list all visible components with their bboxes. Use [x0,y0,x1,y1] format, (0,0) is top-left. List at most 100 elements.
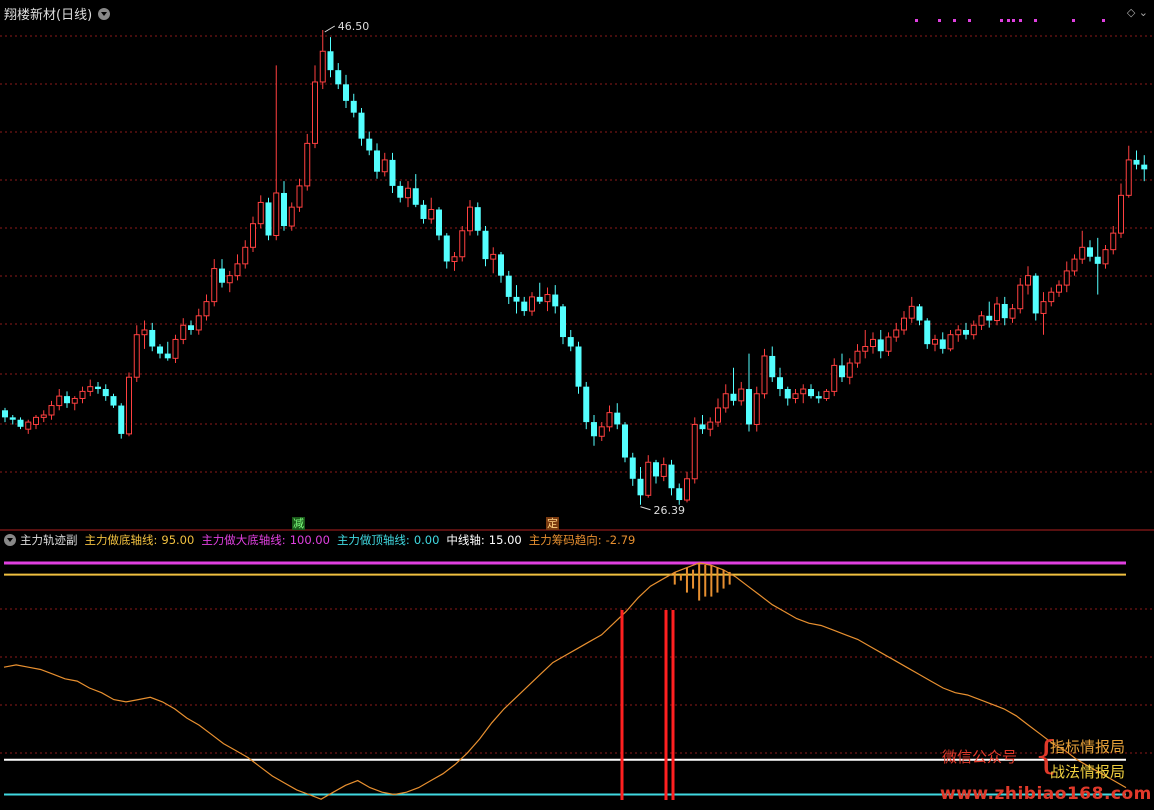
candle[interactable] [126,372,132,437]
candle[interactable] [428,197,435,224]
candle[interactable] [172,334,179,364]
candle[interactable] [1094,237,1101,295]
candle[interactable] [560,303,566,345]
candle[interactable] [684,471,690,503]
candle[interactable] [846,358,853,385]
candle[interactable] [1001,296,1008,326]
diamond-icon[interactable]: ◇ [1127,6,1135,19]
candle[interactable] [118,403,125,439]
candle[interactable] [335,63,342,90]
candle[interactable] [877,329,884,359]
candle[interactable] [17,417,24,430]
candle[interactable] [808,384,814,399]
chart-canvas[interactable]: 46.50 26.39 [0,0,1154,810]
candle[interactable] [1125,145,1132,198]
candle[interactable] [87,379,94,397]
candle[interactable] [490,247,497,274]
candle[interactable] [722,384,729,413]
candle[interactable] [653,459,659,484]
candle[interactable] [978,311,985,330]
candle[interactable] [769,346,776,382]
candle[interactable] [296,178,303,212]
candle[interactable] [467,200,473,236]
candle[interactable] [598,422,605,441]
candle[interactable] [381,152,388,177]
candle[interactable] [567,329,574,352]
candle[interactable] [645,455,652,498]
candle[interactable] [521,296,528,316]
candle[interactable] [102,384,109,401]
candle[interactable] [9,415,16,425]
candle[interactable] [870,332,876,354]
candle[interactable] [668,459,675,496]
candle[interactable] [358,107,365,146]
candle[interactable] [1032,273,1039,321]
candle[interactable] [451,252,458,271]
candle[interactable] [374,143,380,179]
candle[interactable] [33,415,39,430]
candle[interactable] [319,30,326,90]
candle[interactable] [544,287,551,312]
candle[interactable] [854,344,861,368]
candle[interactable] [412,174,419,208]
candle[interactable] [800,384,807,404]
candle[interactable] [1048,287,1055,307]
candle[interactable] [56,389,63,411]
dropdown-chevron-icon[interactable] [98,7,111,20]
candle[interactable] [327,37,334,78]
candle[interactable] [312,65,318,149]
candle[interactable] [164,341,171,361]
candle[interactable] [862,329,869,359]
candle[interactable] [64,391,70,408]
candle[interactable] [149,322,156,352]
candle[interactable] [970,320,977,340]
candle[interactable] [994,296,1000,326]
candle[interactable] [629,452,636,486]
candle[interactable] [79,386,86,404]
candle[interactable] [443,233,450,269]
candle[interactable] [1102,244,1109,269]
candle[interactable] [211,259,218,307]
candle[interactable] [1087,240,1093,262]
candle[interactable] [777,367,783,397]
candle[interactable] [792,389,799,404]
candle[interactable] [614,403,621,430]
candle[interactable] [823,389,830,401]
candle[interactable] [133,325,140,382]
candle[interactable] [405,181,411,208]
candle[interactable] [250,216,256,253]
candle[interactable] [1079,230,1086,264]
candle[interactable] [195,308,202,335]
candle[interactable] [939,332,946,354]
candle[interactable] [1063,261,1070,293]
candle[interactable] [591,415,597,446]
candle[interactable] [219,259,225,288]
candle[interactable] [498,252,504,283]
candle[interactable] [180,318,187,345]
candle[interactable] [2,407,8,423]
candle[interactable] [420,200,427,224]
candle[interactable] [273,65,280,241]
candle[interactable] [482,226,489,267]
candle[interactable] [575,341,582,394]
candle[interactable] [924,318,931,349]
candle[interactable] [606,405,613,432]
candle[interactable] [459,226,466,262]
candle[interactable] [1110,226,1117,255]
candle[interactable] [831,358,838,397]
candle[interactable] [95,381,101,394]
candle[interactable] [955,325,962,342]
candle[interactable] [110,393,117,408]
candle[interactable] [71,396,78,411]
candle[interactable] [288,202,295,231]
candle[interactable] [908,296,915,323]
candle[interactable] [715,398,721,427]
candle[interactable] [622,422,628,463]
candle[interactable] [505,270,512,304]
candle[interactable] [513,285,520,314]
candle[interactable] [1056,280,1062,297]
candle[interactable] [40,410,47,423]
candle[interactable] [583,381,590,430]
candle[interactable] [536,282,543,304]
candle[interactable] [257,195,264,229]
